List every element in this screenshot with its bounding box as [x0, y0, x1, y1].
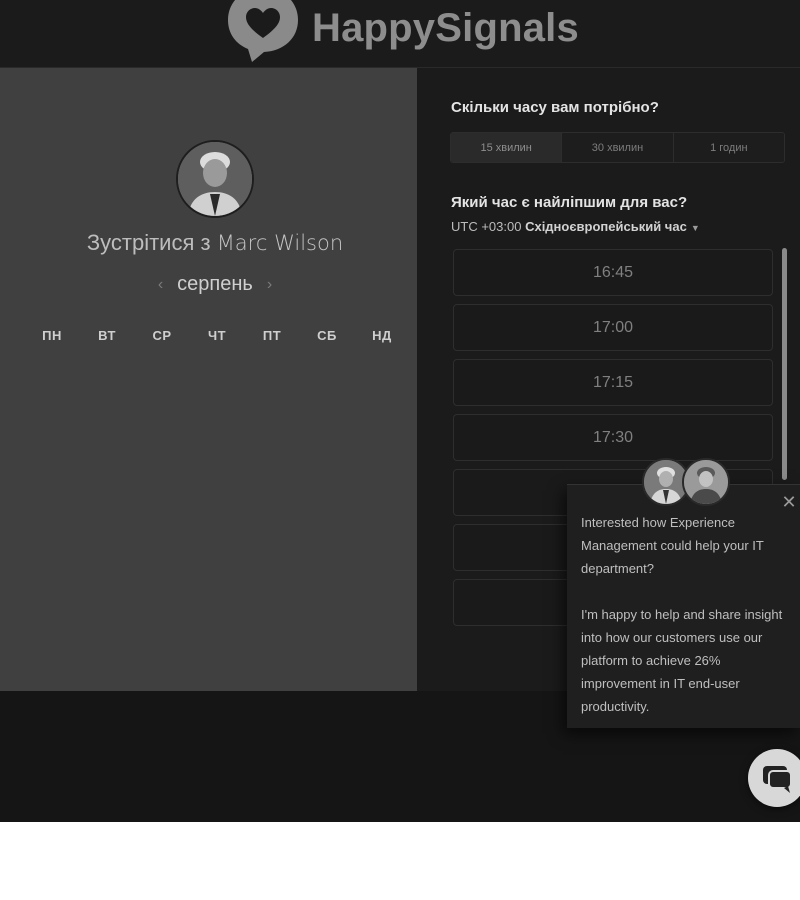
close-icon[interactable]: ✕	[780, 493, 798, 511]
weekday-label: СР	[152, 328, 172, 343]
time-slot[interactable]: 16:45	[453, 249, 773, 296]
chat-agent-avatars	[642, 458, 734, 508]
time-slot[interactable]: 17:15	[453, 359, 773, 406]
brand-logo[interactable]: HappySignals	[222, 0, 579, 68]
meet-title: Зустрітися з Marc Wilson	[0, 230, 430, 256]
time-question: Який час є найліпшим для вас?	[451, 194, 688, 211]
meet-prefix: Зустрітися з	[86, 230, 211, 255]
duration-option-60[interactable]: 1 годин	[672, 133, 784, 162]
timezone-offset: UTC +03:00	[451, 219, 522, 234]
month-navigation: ‹ серпень ›	[0, 273, 430, 296]
agent-avatar	[682, 458, 730, 506]
host-avatar	[176, 140, 254, 218]
heart-speech-bubble-icon	[228, 0, 298, 62]
weekday-label: СБ	[317, 328, 337, 343]
duration-option-15[interactable]: 15 хвилин	[451, 133, 562, 162]
duration-question: Скільки часу вам потрібно?	[451, 99, 659, 116]
weekday-label: ЧТ	[207, 328, 227, 343]
weekday-label: ПН	[42, 328, 62, 343]
month-label: серпень	[177, 273, 253, 295]
chat-launcher-button[interactable]	[748, 749, 800, 807]
person-avatar-icon	[178, 142, 252, 216]
weekday-label: ПТ	[262, 328, 282, 343]
header: HappySignals	[0, 0, 800, 68]
chevron-left-icon[interactable]: ‹	[158, 276, 163, 294]
person-avatar-icon	[684, 460, 728, 504]
duration-selector: 15 хвилин 30 хвилин 1 годин	[450, 132, 785, 163]
chat-bubble-icon	[763, 766, 792, 793]
chevron-right-icon[interactable]: ›	[267, 276, 272, 294]
weekday-header: ПН ВТ СР ЧТ ПТ СБ НД	[12, 328, 412, 343]
time-slot[interactable]: 17:00	[453, 304, 773, 351]
brand-name: HappySignals	[312, 5, 579, 50]
time-slot[interactable]: 17:30	[453, 414, 773, 461]
host-name: Marc Wilson	[216, 231, 344, 255]
chat-popup-message: Interested how Experience Management cou…	[581, 511, 793, 741]
slot-list-scrollbar[interactable]	[782, 248, 787, 480]
duration-option-30[interactable]: 30 хвилин	[561, 133, 673, 162]
scheduling-app: HappySignals Зустрітися з Marc Wilson ‹ …	[0, 0, 800, 822]
caret-down-icon: ▼	[690, 223, 700, 233]
chat-message-paragraph: Interested how Experience Management cou…	[581, 515, 764, 576]
timezone-name: Східноєвропейський час	[525, 219, 687, 234]
chat-message-paragraph: I'm happy to help and share insight into…	[581, 607, 783, 714]
chat-popup: ✕ Interested how Experience Management c…	[567, 484, 800, 728]
timezone-selector[interactable]: UTC +03:00 Східноєвропейський час ▼	[451, 219, 700, 234]
host-panel: Зустрітися з Marc Wilson ‹ серпень › ПН …	[0, 68, 417, 691]
weekday-label: НД	[372, 328, 392, 343]
weekday-label: ВТ	[98, 328, 116, 343]
